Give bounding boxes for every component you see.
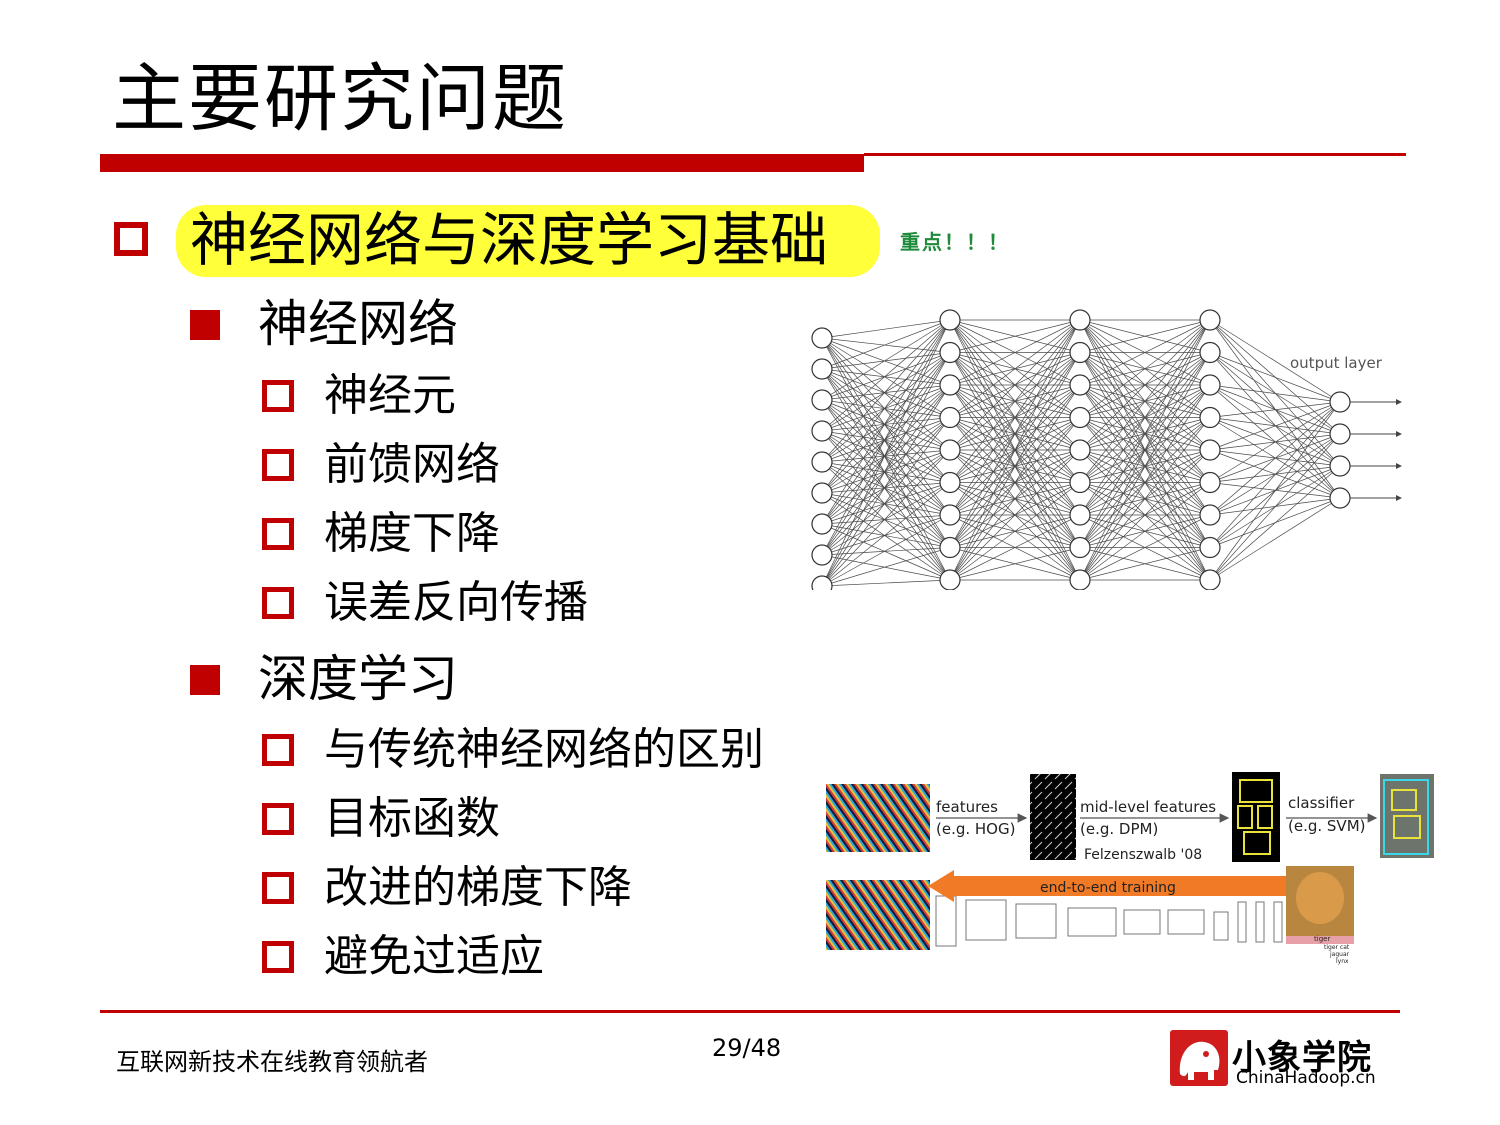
neuron-node [811, 544, 833, 566]
filled-square-bullet-icon [190, 665, 220, 695]
hollow-square-bullet-icon [262, 518, 294, 550]
hollow-square-bullet-icon [262, 380, 294, 412]
neuron-node [939, 406, 961, 429]
neuron-node [1199, 406, 1221, 429]
neuron-node [1069, 374, 1091, 396]
footer-divider [100, 1010, 1400, 1013]
neuron-node [939, 439, 961, 461]
neuron-node [811, 420, 833, 442]
neuron-node [1069, 504, 1091, 526]
neuron-node [1199, 569, 1221, 590]
neuron-node [939, 309, 961, 331]
cnn-architecture [935, 895, 1283, 947]
neuron-node [1069, 569, 1091, 590]
hollow-square-bullet-icon [262, 941, 294, 973]
prediction-top: tiger [1314, 935, 1330, 943]
input-image-2 [826, 880, 930, 950]
neuron-node [939, 471, 961, 494]
neuron-node [1069, 439, 1091, 461]
neuron-node [939, 536, 961, 559]
neuron-node [939, 374, 961, 396]
slide-title: 主要研究问题 [112, 56, 568, 142]
hog-feature-image [1030, 774, 1076, 860]
section-heading: 神经网络 [258, 295, 458, 353]
list-item: 与传统神经网络的区别 [324, 724, 764, 775]
neuron-node [939, 569, 961, 590]
neuron-node [811, 358, 833, 380]
title-underline-thick [100, 154, 864, 172]
features-example: (e.g. HOG) [936, 820, 1015, 838]
prediction: tiger cat [1324, 944, 1350, 951]
output-arrows [1350, 399, 1402, 501]
classifier-label: classifier [1288, 794, 1355, 812]
section-heading: 深度学习 [258, 650, 458, 708]
list-item: 神经元 [324, 370, 456, 421]
neuron-node [1069, 406, 1091, 429]
neuron-node [1329, 487, 1351, 509]
list-item: 误差反向传播 [324, 577, 588, 628]
neuron-node [811, 513, 833, 535]
hollow-square-bullet-icon [262, 449, 294, 481]
neuron-node [1069, 341, 1091, 364]
neuron-node [1199, 374, 1221, 396]
neuron-node [1069, 309, 1091, 331]
list-item: 目标函数 [324, 793, 500, 844]
title-underline-thin [864, 153, 1406, 156]
neuron-node [1329, 423, 1351, 445]
hollow-square-bullet-icon [262, 734, 294, 766]
output-layer-label: output layer [1290, 354, 1383, 372]
list-item: 避免过适应 [324, 931, 544, 982]
main-topic: 神经网络与深度学习基础 [190, 206, 829, 274]
list-item: 改进的梯度下降 [324, 862, 632, 913]
neuron-node [1329, 455, 1351, 477]
neuron-node [1199, 536, 1221, 559]
neuron-node [811, 575, 833, 590]
hollow-square-bullet-icon [262, 872, 294, 904]
hollow-square-bullet-icon [262, 803, 294, 835]
end-to-end-label: end-to-end training [1040, 880, 1176, 896]
list-item: 梯度下降 [324, 508, 500, 559]
neural-network-diagram: output layer [811, 309, 1402, 590]
footer-slogan: 互联网新技术在线教育领航者 [116, 1048, 428, 1076]
neuron-node [1069, 536, 1091, 559]
input-image [826, 784, 930, 852]
neuron-node [811, 389, 833, 411]
prediction: jaguar [1329, 951, 1350, 958]
list-item: 前馈网络 [324, 439, 500, 490]
neuron-node [1199, 471, 1221, 494]
neuron-node [811, 451, 833, 473]
neuron-node [1199, 341, 1221, 364]
prediction: lynx [1336, 958, 1349, 965]
classifier-example: (e.g. SVM) [1288, 817, 1365, 835]
mid-level-label: mid-level features [1080, 798, 1216, 816]
features-label: features [936, 798, 998, 816]
logo-site: ChinaHadoop.cn [1236, 1068, 1376, 1088]
filled-square-bullet-icon [190, 310, 220, 340]
neuron-node [1329, 391, 1351, 413]
elephant-logo-icon [1170, 1030, 1228, 1086]
neuron-node [939, 341, 961, 364]
neuron-node [1199, 309, 1221, 331]
page-number: 29/48 [712, 1034, 782, 1062]
hollow-square-bullet-icon [114, 222, 148, 256]
neuron-node [1199, 504, 1221, 526]
neuron-node [1069, 471, 1091, 494]
pipeline-diagram: features (e.g. HOG) mid-level features (… [826, 772, 1434, 965]
neuron-node [939, 504, 961, 526]
mid-level-example: (e.g. DPM) [1080, 820, 1158, 838]
neuron-node [811, 327, 833, 349]
emphasis-note: 重点！！！ [900, 230, 1010, 254]
mid-level-citation: Felzenszwalb '08 [1084, 847, 1202, 863]
hollow-square-bullet-icon [262, 587, 294, 619]
neuron-node [811, 482, 833, 504]
neuron-node [1199, 439, 1221, 461]
